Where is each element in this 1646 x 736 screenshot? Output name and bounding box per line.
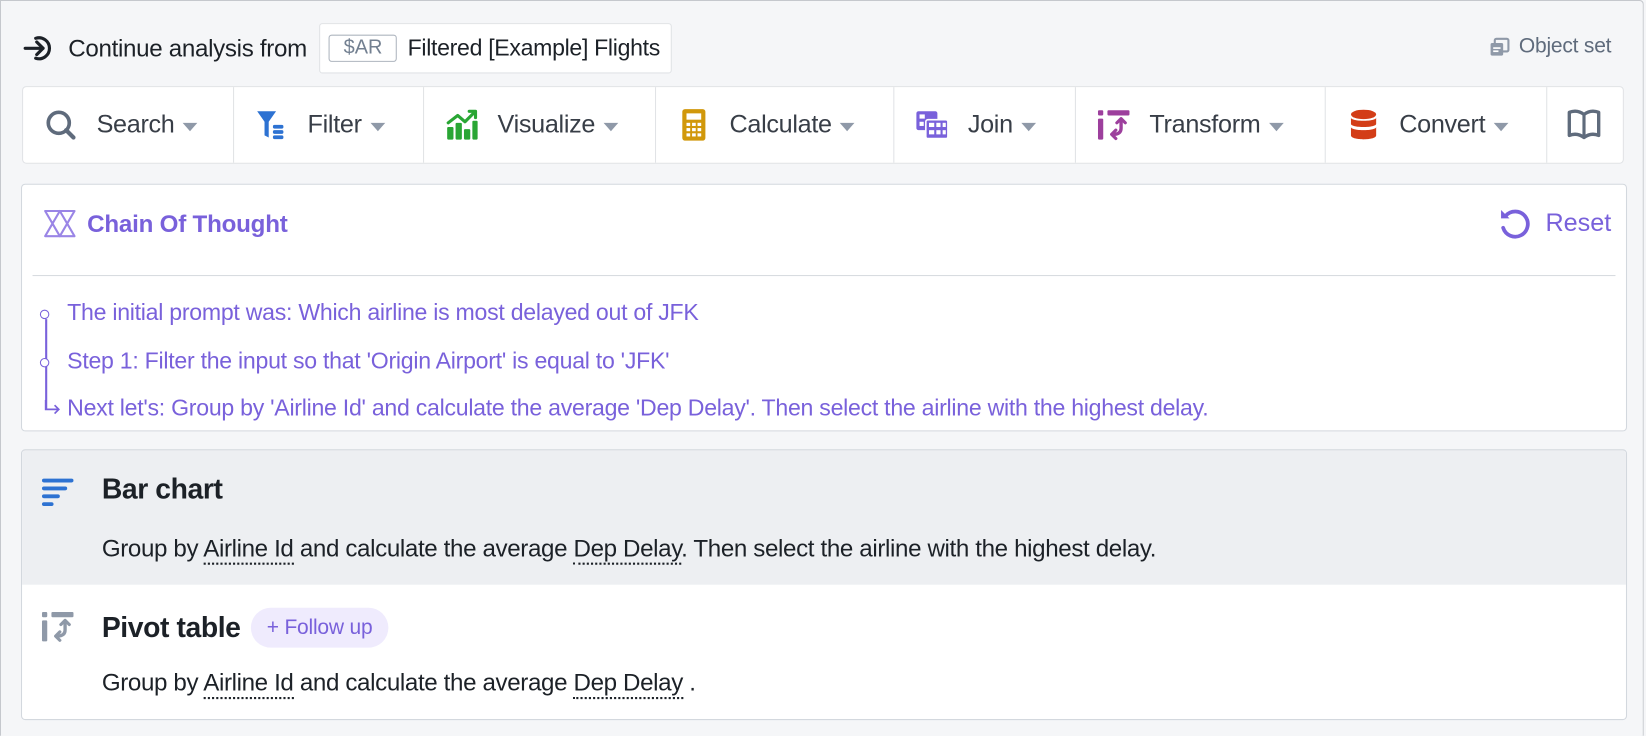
source-object-set-chip[interactable]: $AR Filtered [Example] Flights [319,23,672,74]
toolbar-visualize[interactable]: Visualize [424,87,657,163]
reset-label: Reset [1545,208,1612,238]
chain-of-thought-title: Chain Of Thought [87,209,288,237]
join-table-icon [916,111,949,140]
step-item: The initial prompt was: Which airline is… [33,299,1209,347]
analysis-toolbar: Search Filter Visualize Calculate Join T… [22,86,1624,164]
desc-text: Group by [101,534,199,562]
calculator-icon [682,109,706,141]
step-node-icon [39,309,50,320]
chain-of-thought-header: Chain Of Thought [43,209,288,238]
toolbar-transform[interactable]: Transform [1076,87,1326,163]
toolbar-label: Calculate [729,110,833,139]
filter-icon [257,111,284,140]
reset-icon [1501,209,1530,239]
field-airline-id[interactable]: Airline Id [203,668,294,700]
toolbar-label: Search [96,110,175,139]
step-item: Next let's: Group by 'Airline Id' and ca… [33,394,1209,443]
field-dep-delay[interactable]: Dep Delay [573,668,683,700]
chevron-down-icon [182,122,198,131]
toolbar-search[interactable]: Search [23,87,235,163]
toolbar-convert[interactable]: Convert [1326,87,1548,163]
database-icon [1350,109,1377,140]
chevron-down-icon [603,122,619,131]
bar-chart-horizontal-icon [41,478,74,507]
suggestion-bar-chart[interactable]: Bar chart Group by Airline Id and calcul… [22,450,1626,585]
object-set-label: Object set [1518,34,1612,58]
continue-analysis-header: Continue analysis from $AR Filtered [Exa… [22,22,672,74]
suggestion-description: Group by Airline Id and calculate the av… [101,534,1157,565]
toolbar-label: Transform [1149,110,1261,139]
step-item: Step 1: Filter the input so that 'Origin… [33,347,1209,395]
step-text: The initial prompt was: Which airline is… [67,299,699,326]
desc-text: . [689,668,696,696]
divider [32,275,1616,277]
desc-text: . Then select the airline with the highe… [681,534,1157,562]
analysis-panel: Continue analysis from $AR Filtered [Exa… [0,0,1644,736]
desc-text: and calculate the average [299,534,568,562]
book-icon [1567,109,1601,140]
continue-analysis-label: Continue analysis from [68,34,307,62]
object-set-button[interactable]: Object set [1488,35,1611,59]
chevron-down-icon [370,122,385,131]
source-tag: $AR [328,34,398,62]
chevron-down-icon [840,122,855,131]
chevron-down-icon [1493,122,1509,131]
chevron-down-icon [1268,122,1284,131]
enter-arrow-icon [23,36,51,61]
field-airline-id[interactable]: Airline Id [203,534,294,565]
toolbar-label: Filter [307,110,362,139]
suggestion-title: Pivot table [101,611,241,643]
chain-of-thought-steps: The initial prompt was: Which airline is… [33,299,1209,442]
toolbar-label: Convert [1399,110,1486,139]
toolbar-label: Join [967,110,1013,139]
field-dep-delay[interactable]: Dep Delay [573,534,682,565]
search-icon [46,110,76,140]
toolbar-calculate[interactable]: Calculate [656,87,895,163]
source-name: Filtered [Example] Flights [407,34,661,61]
toolbar-label: Visualize [497,110,596,139]
desc-text: and calculate the average [299,668,568,696]
step-text: Next let's: Group by 'Airline Id' and ca… [67,394,1209,421]
transform-icon [1097,110,1130,141]
toolbar-filter[interactable]: Filter [234,87,425,163]
suggestion-title: Bar chart [101,473,223,505]
toolbar-join[interactable]: Join [894,87,1076,163]
suggestion-list: Bar chart Group by Airline Id and calcul… [20,449,1628,721]
follow-up-button[interactable]: + Follow up [251,607,389,648]
chevron-down-icon [1021,122,1036,131]
chart-trend-icon [446,109,478,140]
step-node-icon [39,357,50,367]
chain-of-thought-icon [44,209,76,238]
suggestion-pivot-table[interactable]: Pivot table + Follow up Group by Airline… [22,585,1626,719]
reset-button[interactable]: Reset [1497,206,1611,242]
suggestion-description: Group by Airline Id and calculate the av… [101,668,696,700]
docs-button[interactable] [1547,87,1623,163]
desc-text: Group by [101,668,199,696]
step-text: Step 1: Filter the input so that 'Origin… [67,346,670,374]
object-set-icon [1490,37,1510,56]
pivot-table-icon [41,611,74,642]
